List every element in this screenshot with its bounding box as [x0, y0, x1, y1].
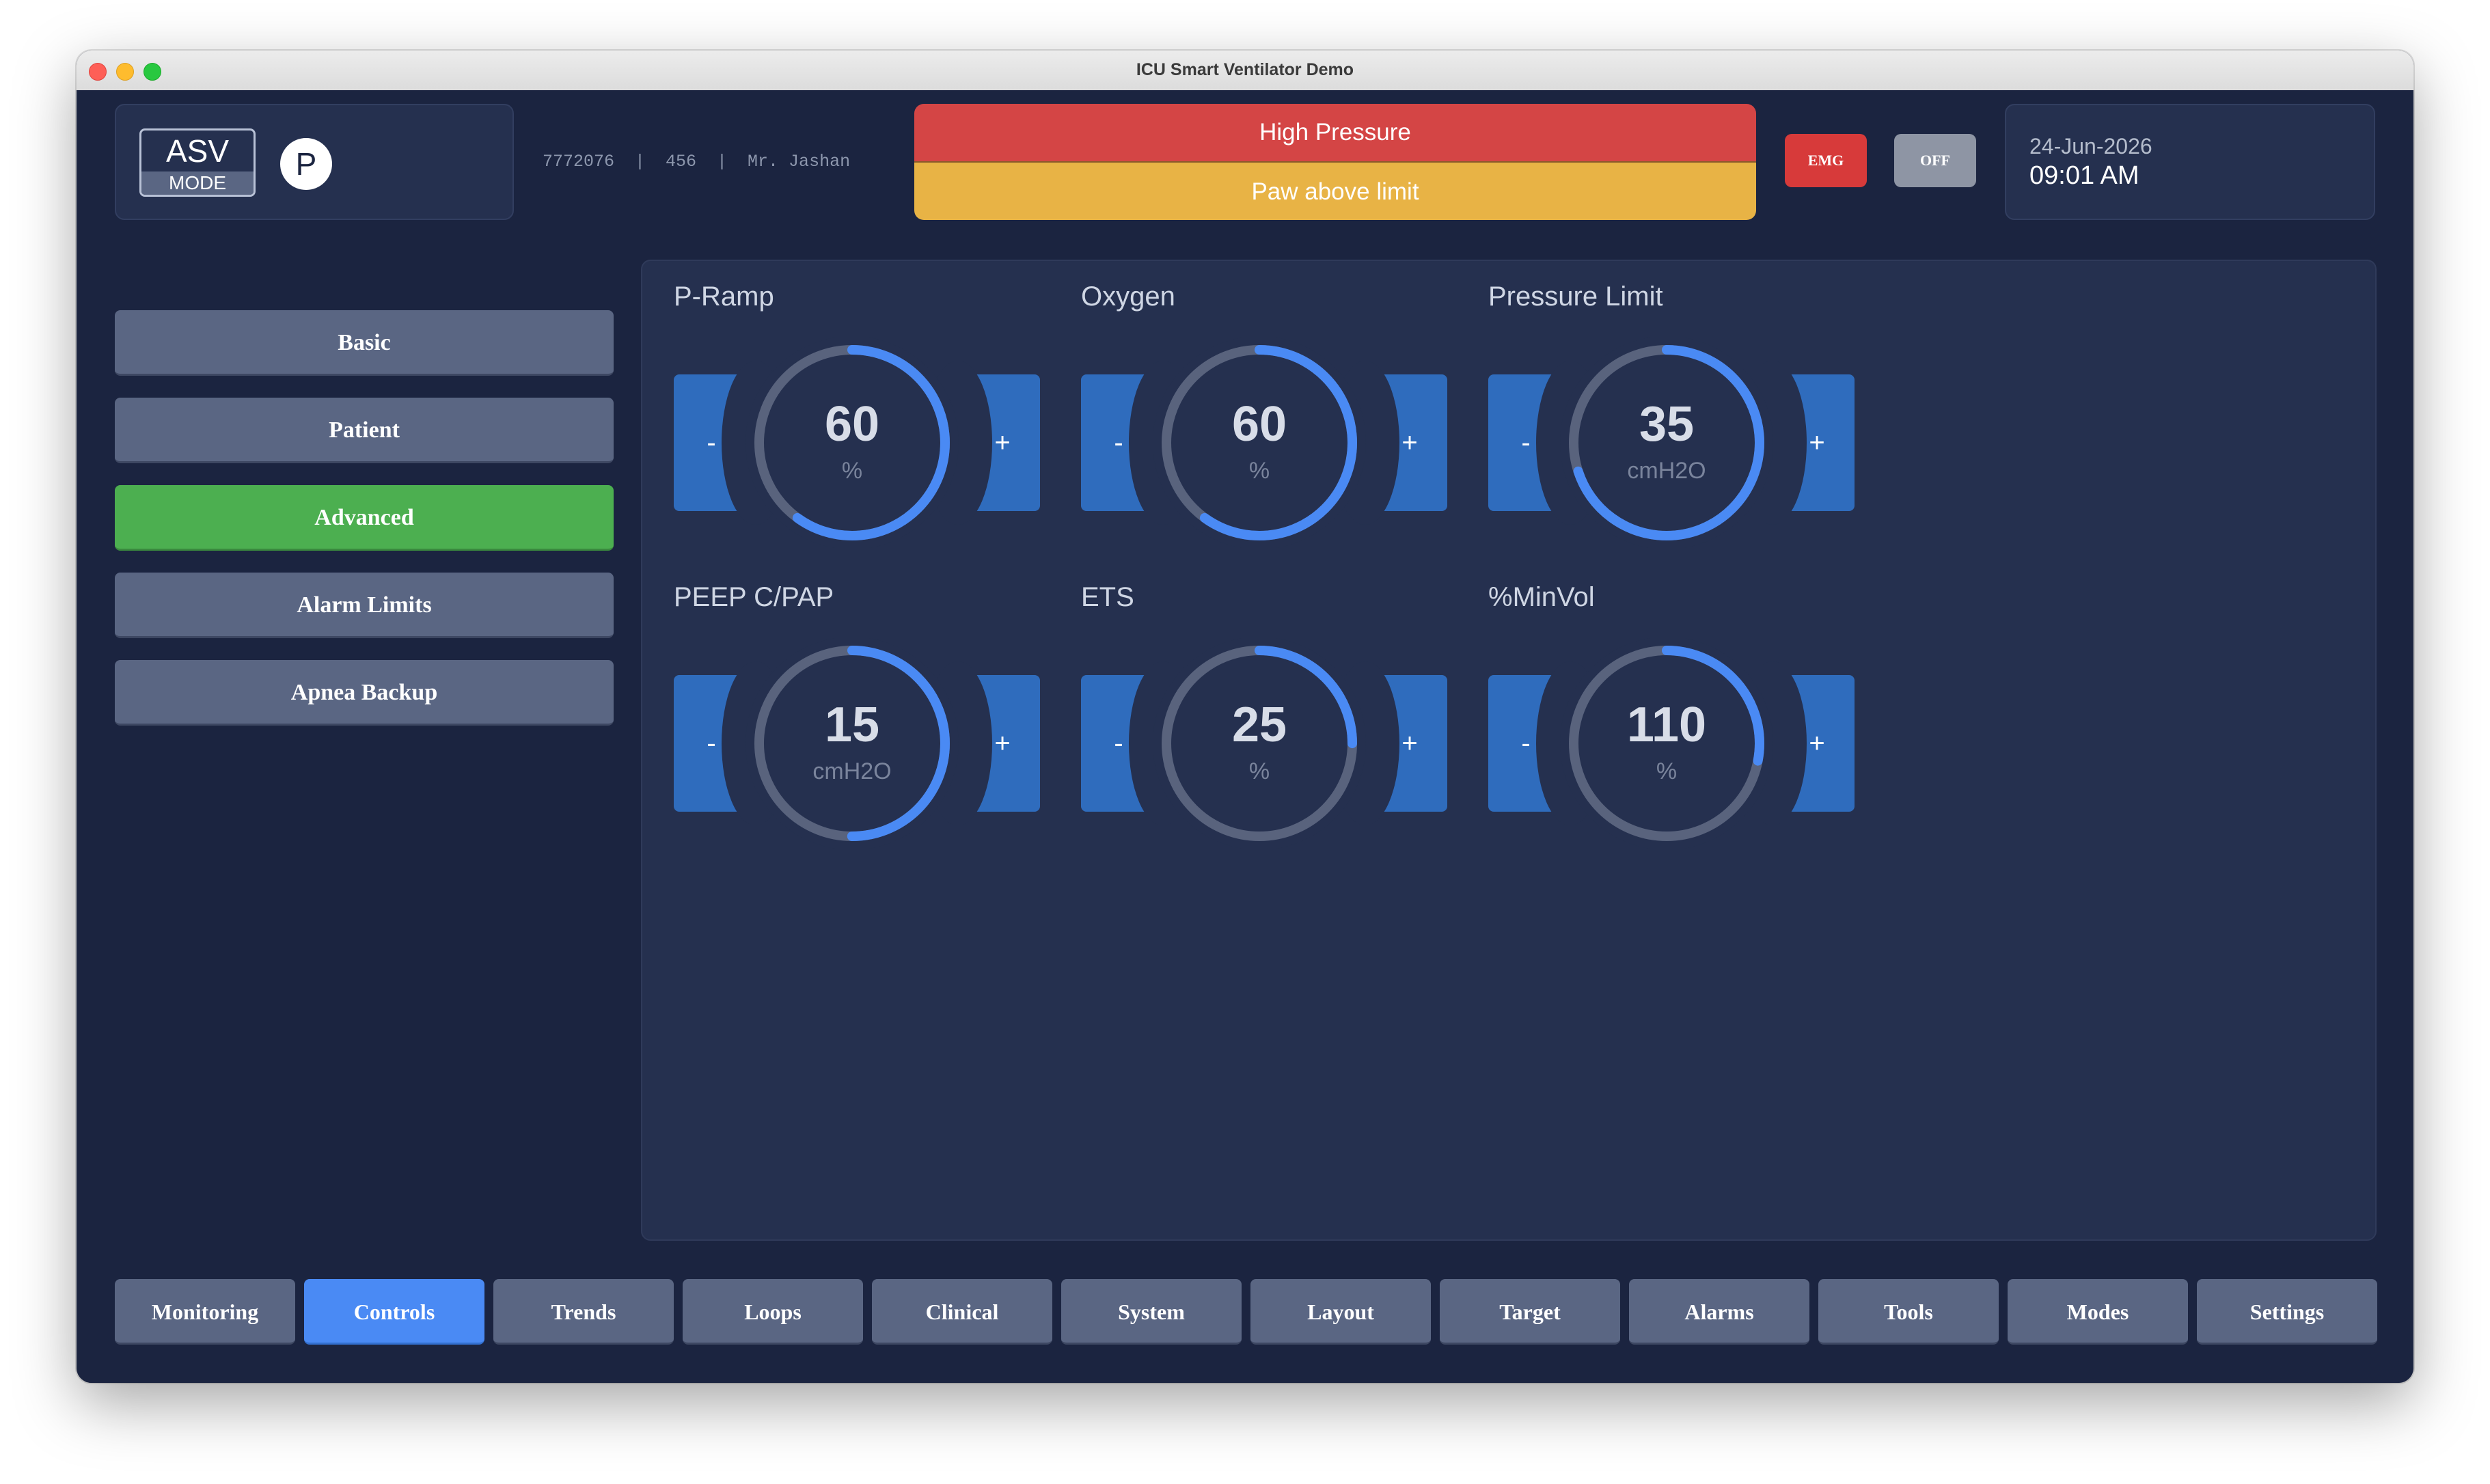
ventilator-app: ASV MODE P 7772076 | 456 | Mr. Jashan Hi…: [77, 90, 2413, 1383]
control-value: 15: [824, 698, 880, 752]
nav-tab-loops[interactable]: Loops: [683, 1279, 863, 1345]
nav-tab-system[interactable]: System: [1061, 1279, 1242, 1345]
increase-button[interactable]: +: [924, 361, 1040, 525]
decrease-button[interactable]: -: [1488, 661, 1604, 825]
control-unit: %: [1248, 458, 1270, 484]
increase-button[interactable]: +: [1331, 661, 1447, 825]
decrease-button[interactable]: -: [674, 361, 790, 525]
nav-tab-target[interactable]: Target: [1440, 1279, 1620, 1345]
nav-tab-clinical[interactable]: Clinical: [872, 1279, 1052, 1345]
mode-label: MODE: [141, 171, 254, 195]
patient-info: 7772076 | 456 | Mr. Jashan: [543, 152, 851, 171]
control-title: PEEP C/PAP: [674, 582, 834, 612]
increase-button[interactable]: +: [1738, 661, 1855, 825]
alarm-primary: High Pressure: [914, 104, 1756, 161]
decrease-button[interactable]: -: [1488, 361, 1604, 525]
window-title: ICU Smart Ventilator Demo: [1136, 60, 1354, 79]
off-button[interactable]: OFF: [1894, 134, 1976, 187]
control-title: ETS: [1081, 582, 1134, 612]
app-window: ICU Smart Ventilator Demo ASV MODE P 777…: [77, 51, 2413, 1383]
sidebar-item-alarm-limits[interactable]: Alarm Limits: [115, 573, 614, 638]
mode-name: ASV: [165, 133, 230, 169]
increase-button[interactable]: +: [924, 661, 1040, 825]
control-unit: cmH2O: [1627, 458, 1706, 484]
title-bar: ICU Smart Ventilator Demo: [77, 51, 2413, 92]
control-min-vol: %MinVol - + 110 %: [1488, 562, 1871, 850]
nav-tab-controls[interactable]: Controls: [304, 1279, 484, 1345]
control-title: P-Ramp: [674, 281, 774, 312]
nav-tab-monitoring[interactable]: Monitoring: [115, 1279, 295, 1345]
control-value: 25: [1231, 698, 1287, 752]
time-display: 09:01 AM: [2029, 161, 2139, 190]
controls-panel: P-Ramp - + 60 % Oxygen - + 60 % Pressure…: [641, 260, 2377, 1241]
control-unit: cmH2O: [812, 758, 892, 784]
alarm-banner[interactable]: High Pressure Paw above limit: [914, 104, 1756, 220]
increase-button[interactable]: +: [1331, 361, 1447, 525]
nav-tab-trends[interactable]: Trends: [493, 1279, 674, 1345]
datetime-panel: 24-Jun-2026 09:01 AM: [2005, 104, 2375, 220]
alarm-secondary: Paw above limit: [914, 161, 1756, 220]
control-p-ramp: P-Ramp - + 60 %: [674, 261, 1056, 549]
pressure-control-badge: P: [280, 138, 332, 190]
sidebar-item-basic[interactable]: Basic: [115, 310, 614, 376]
nav-tab-settings[interactable]: Settings: [2197, 1279, 2377, 1345]
control-title: Oxygen: [1081, 281, 1175, 312]
control-title: Pressure Limit: [1488, 281, 1663, 312]
mode-panel: ASV MODE P: [115, 104, 514, 220]
control-value: 60: [1231, 397, 1287, 452]
decrease-button[interactable]: -: [1081, 661, 1197, 825]
sidebar-item-apnea-backup[interactable]: Apnea Backup: [115, 660, 614, 726]
mode-badge[interactable]: ASV MODE: [139, 128, 256, 197]
control-pressure-limit: Pressure Limit - + 35 cmH2O: [1488, 261, 1871, 549]
decrease-button[interactable]: -: [674, 661, 790, 825]
nav-tab-tools[interactable]: Tools: [1818, 1279, 1999, 1345]
control-oxygen: Oxygen - + 60 %: [1081, 261, 1464, 549]
control-value: 110: [1626, 698, 1707, 752]
nav-tab-alarms[interactable]: Alarms: [1629, 1279, 1809, 1345]
increase-button[interactable]: +: [1738, 361, 1855, 525]
decrease-button[interactable]: -: [1081, 361, 1197, 525]
emergency-button[interactable]: EMG: [1785, 134, 1867, 187]
date-display: 24-Jun-2026: [2029, 134, 2152, 159]
sidebar-item-advanced[interactable]: Advanced: [115, 485, 614, 551]
control-unit: %: [1656, 758, 1678, 784]
control-unit: %: [1248, 758, 1270, 784]
control-value: 35: [1639, 397, 1695, 452]
control-ets: ETS - + 25 %: [1081, 562, 1464, 850]
control-unit: %: [841, 458, 863, 484]
nav-tab-modes[interactable]: Modes: [2008, 1279, 2188, 1345]
control-value: 60: [824, 397, 880, 452]
nav-tab-layout[interactable]: Layout: [1250, 1279, 1431, 1345]
control-peep-cpap: PEEP C/PAP - + 15 cmH2O: [674, 562, 1056, 850]
sidebar-item-patient[interactable]: Patient: [115, 398, 614, 463]
control-title: %MinVol: [1488, 582, 1595, 612]
